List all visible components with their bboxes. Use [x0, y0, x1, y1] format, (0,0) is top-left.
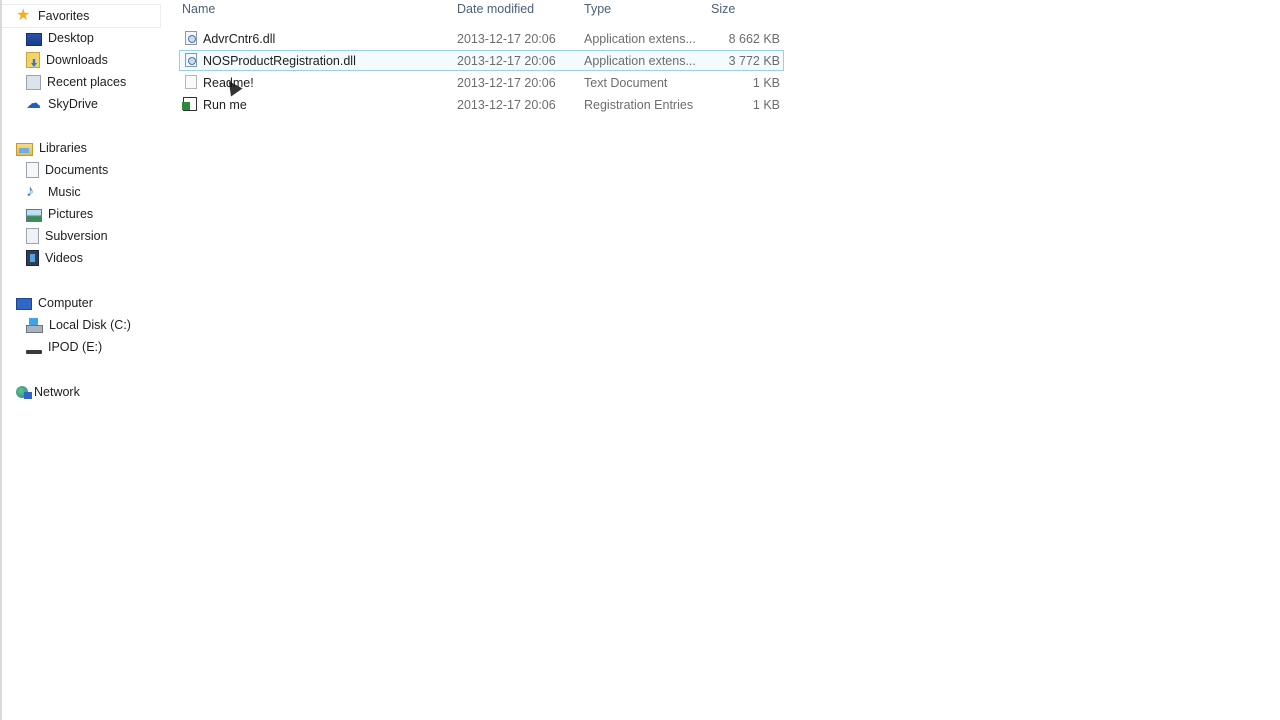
nav-item-label: Videos [45, 251, 83, 265]
file-date: 2013-12-17 20:06 [457, 97, 556, 112]
desktop-icon [26, 32, 42, 46]
libraries-icon [16, 143, 33, 156]
file-row[interactable]: Run me 2013-12-17 20:06 Registration Ent… [179, 94, 784, 115]
nav-item-label: Subversion [45, 229, 108, 243]
subversion-icon [26, 228, 39, 244]
column-header-name[interactable]: Name [182, 0, 215, 17]
pictures-icon [26, 209, 42, 222]
nav-item-label: Downloads [46, 53, 108, 67]
file-size: 3 772 KB [728, 53, 780, 68]
nav-item-label: Music [48, 185, 81, 199]
nav-item-label: SkyDrive [48, 97, 99, 111]
music-icon: ♪ [26, 183, 34, 200]
nav-item-music[interactable]: ♪ Music [26, 181, 81, 203]
file-date: 2013-12-17 20:06 [457, 75, 556, 90]
nav-item-ipod[interactable]: IPOD (E:) [26, 336, 102, 358]
removable-drive-icon [26, 349, 42, 354]
computer-icon [16, 298, 32, 310]
nav-item-skydrive[interactable]: ☁ SkyDrive [26, 93, 98, 115]
nav-item-documents[interactable]: Documents [26, 159, 108, 181]
column-header-date-modified[interactable]: Date modified [457, 0, 534, 17]
nav-item-subversion[interactable]: Subversion [26, 225, 108, 247]
nav-group-computer[interactable]: Computer [2, 292, 93, 314]
file-name: Run me [203, 97, 247, 112]
nav-group-label: Libraries [39, 141, 87, 155]
videos-icon [26, 250, 39, 266]
local-disk-icon [26, 318, 43, 333]
nav-item-label: Desktop [48, 31, 94, 45]
navigation-pane: ★ Favorites Desktop Downloads Recent pla… [2, 0, 170, 720]
nav-group-favorites[interactable]: ★ Favorites [2, 4, 161, 28]
file-type: Application extens... [584, 53, 696, 68]
nav-item-label: Recent places [47, 75, 127, 89]
nav-item-pictures[interactable]: Pictures [26, 203, 93, 225]
dll-file-icon [185, 53, 197, 67]
nav-item-recent-places[interactable]: Recent places [26, 71, 126, 93]
registry-file-icon [182, 97, 197, 111]
file-size: 1 KB [752, 97, 780, 112]
file-name: NOSProductRegistration.dll [203, 53, 356, 68]
nav-group-label: Network [34, 385, 80, 399]
column-header-type[interactable]: Type [584, 0, 611, 17]
recent-places-icon [26, 74, 41, 90]
nav-group-label: Favorites [38, 9, 90, 23]
nav-item-label: Local Disk (C:) [49, 318, 131, 332]
file-row[interactable]: Readme! 2013-12-17 20:06 Text Document 1… [179, 72, 784, 93]
nav-item-label: IPOD (E:) [48, 340, 103, 354]
nav-item-local-disk[interactable]: Local Disk (C:) [26, 314, 131, 336]
file-row[interactable]: AdvrCntr6.dll 2013-12-17 20:06 Applicati… [179, 28, 784, 49]
nav-group-network[interactable]: Network [2, 381, 80, 403]
column-header-size[interactable]: Size [711, 0, 735, 17]
file-size: 8 662 KB [728, 31, 780, 46]
file-name: AdvrCntr6.dll [203, 31, 276, 46]
file-type: Application extens... [584, 31, 696, 46]
file-size: 1 KB [752, 75, 780, 90]
downloads-icon [26, 52, 40, 68]
network-icon [16, 386, 32, 399]
nav-item-desktop[interactable]: Desktop [26, 27, 94, 49]
dll-file-icon [185, 31, 197, 45]
file-type: Registration Entries [584, 97, 694, 112]
documents-icon [26, 162, 39, 178]
text-file-icon [185, 75, 197, 89]
star-icon: ★ [16, 7, 31, 24]
file-row[interactable]: NOSProductRegistration.dll 2013-12-17 20… [179, 50, 784, 71]
nav-item-downloads[interactable]: Downloads [26, 49, 108, 71]
nav-item-label: Documents [45, 163, 109, 177]
file-date: 2013-12-17 20:06 [457, 31, 556, 46]
file-date: 2013-12-17 20:06 [457, 53, 556, 68]
file-type: Text Document [584, 75, 668, 90]
skydrive-icon: ☁ [26, 95, 41, 112]
nav-group-label: Computer [38, 296, 93, 310]
nav-group-libraries[interactable]: Libraries [2, 137, 87, 159]
nav-item-videos[interactable]: Videos [26, 247, 83, 269]
nav-item-label: Pictures [48, 207, 94, 221]
